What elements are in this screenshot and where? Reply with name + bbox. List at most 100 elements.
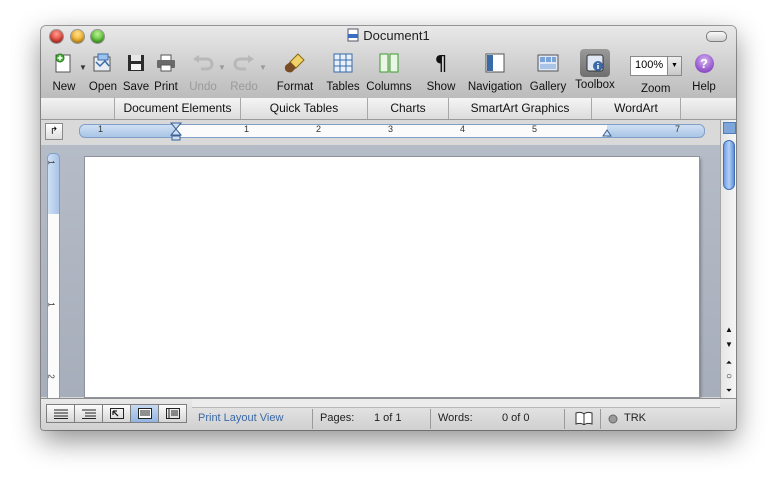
gallery-label: Gallery (529, 81, 567, 93)
gallery-button[interactable]: Gallery (528, 50, 568, 93)
view-buttons (46, 404, 187, 423)
navigation-button[interactable]: Navigation (465, 50, 525, 93)
publishing-layout-view-button[interactable] (102, 404, 131, 423)
print-button[interactable]: Print (151, 50, 181, 93)
gallery-icon (537, 54, 559, 72)
tab-charts[interactable]: Charts (367, 98, 449, 119)
help-icon: ? (694, 53, 714, 73)
show-button[interactable]: ¶ Show (424, 50, 458, 93)
vruler-mark: 1 (46, 302, 56, 307)
spelling-book-icon[interactable] (575, 411, 593, 425)
right-indent-marker-icon[interactable] (602, 129, 612, 137)
draft-view-button[interactable] (46, 404, 75, 423)
previous-page-icon[interactable]: ⏶ (722, 356, 736, 370)
left-indent-marker-icon[interactable] (170, 122, 182, 142)
toolbox-label: Toolbox (575, 79, 615, 91)
save-label: Save (122, 81, 150, 93)
elements-gallery-bar: Document Elements Quick Tables Charts Sm… (41, 98, 736, 120)
ruler-mark: 3 (388, 124, 394, 134)
undo-button[interactable]: Undo (188, 50, 218, 93)
zoom-select[interactable]: 100% ▼ (630, 56, 682, 76)
notebook-layout-view-button[interactable] (158, 404, 187, 423)
next-page-icon[interactable]: ⏷ (722, 384, 736, 398)
ruler-bar: ↱ 1 1 2 3 4 5 7 (41, 120, 736, 145)
ruler-mark: 1 (244, 124, 250, 134)
vertical-scrollbar[interactable]: ▲ ▼ ⏶ ○ ⏷ (720, 120, 736, 407)
vruler-mark: 1 (46, 160, 56, 165)
show-label: Show (426, 81, 456, 93)
redo-button[interactable]: Redo (229, 50, 259, 93)
split-box[interactable] (723, 122, 736, 134)
ruler-mark: 4 (460, 124, 466, 134)
draft-view-icon (53, 409, 68, 419)
undo-label: Undo (189, 81, 217, 93)
scroll-up-icon[interactable]: ▲ (722, 323, 736, 337)
navigation-pane-icon (485, 53, 505, 73)
redo-arrow-icon (233, 55, 254, 71)
zoom-value: 100% (635, 59, 664, 71)
notebook-layout-icon (165, 408, 180, 419)
printer-icon (157, 54, 175, 72)
status-divider (312, 409, 313, 429)
publishing-layout-icon (109, 408, 124, 419)
document-icon (347, 28, 359, 42)
save-button[interactable]: Save (121, 50, 151, 93)
help-label: Help (692, 81, 716, 93)
help-button[interactable]: ? Help (689, 50, 719, 93)
toolbox-button-frame (580, 49, 610, 77)
tab-wordart[interactable]: WordArt (591, 98, 681, 119)
toolbox-button[interactable]: Toolbox (572, 49, 618, 91)
undo-dropdown-icon[interactable]: ▼ (218, 63, 226, 72)
toolbar-toggle-button[interactable] (706, 31, 727, 42)
redo-dropdown-icon[interactable]: ▼ (259, 63, 267, 72)
status-divider (600, 409, 601, 429)
open-button[interactable]: Open (87, 50, 119, 93)
word-window: Document1 New ▼ Open Save Print Undo ▼ R… (41, 26, 736, 430)
navigation-label: Navigation (467, 81, 523, 93)
columns-icon (379, 53, 399, 73)
ruler-mark: 1 (98, 124, 104, 134)
columns-label: Columns (366, 81, 412, 93)
new-dropdown-icon[interactable]: ▼ (79, 63, 87, 72)
open-folder-icon (93, 53, 111, 72)
toolbox-icon (586, 54, 604, 72)
horizontal-scrollbar[interactable] (192, 399, 720, 408)
browse-object-icon[interactable]: ○ (722, 370, 736, 384)
track-changes-icon[interactable] (608, 414, 618, 424)
outline-view-button[interactable] (74, 404, 103, 423)
new-label: New (52, 81, 76, 93)
words-label: Words: (438, 412, 473, 424)
pages-value: 1 of 1 (374, 412, 402, 424)
window-title-wrap: Document1 (41, 28, 736, 43)
document-page[interactable] (85, 157, 699, 397)
paintbrush-icon (284, 53, 305, 73)
print-layout-icon (137, 408, 152, 419)
status-bar: Print Layout View Pages: 1 of 1 Words: 0… (41, 398, 736, 430)
vruler-mark: 2 (46, 374, 56, 379)
ruler-mark: 5 (532, 124, 538, 134)
pilcrow-icon: ¶ (434, 51, 448, 75)
vertical-ruler[interactable]: 1 1 2 (47, 153, 60, 399)
tables-label: Tables (326, 81, 360, 93)
redo-label: Redo (230, 81, 258, 93)
window-title: Document1 (363, 28, 430, 43)
scroll-down-icon[interactable]: ▼ (722, 338, 736, 352)
tab-quick-tables[interactable]: Quick Tables (240, 98, 368, 119)
print-label: Print (154, 81, 178, 93)
format-button[interactable]: Format (274, 50, 316, 93)
new-button[interactable]: New (49, 50, 79, 93)
format-label: Format (276, 81, 314, 93)
zoom-dropdown-icon[interactable]: ▼ (667, 57, 681, 75)
tab-document-elements[interactable]: Document Elements (114, 98, 241, 119)
outline-view-icon (81, 409, 96, 419)
print-layout-view-button[interactable] (130, 404, 159, 423)
title-bar: Document1 New ▼ Open Save Print Undo ▼ R… (41, 26, 736, 99)
tab-smartart-graphics[interactable]: SmartArt Graphics (448, 98, 592, 119)
tables-button[interactable]: Tables (324, 50, 362, 93)
document-area: 1 1 2 (41, 145, 720, 399)
ruler-mark: 2 (316, 124, 322, 134)
track-changes-label[interactable]: TRK (624, 412, 646, 424)
tab-stop-selector[interactable]: ↱ (45, 123, 63, 140)
columns-button[interactable]: Columns (365, 50, 413, 93)
scroll-thumb[interactable] (723, 140, 735, 190)
